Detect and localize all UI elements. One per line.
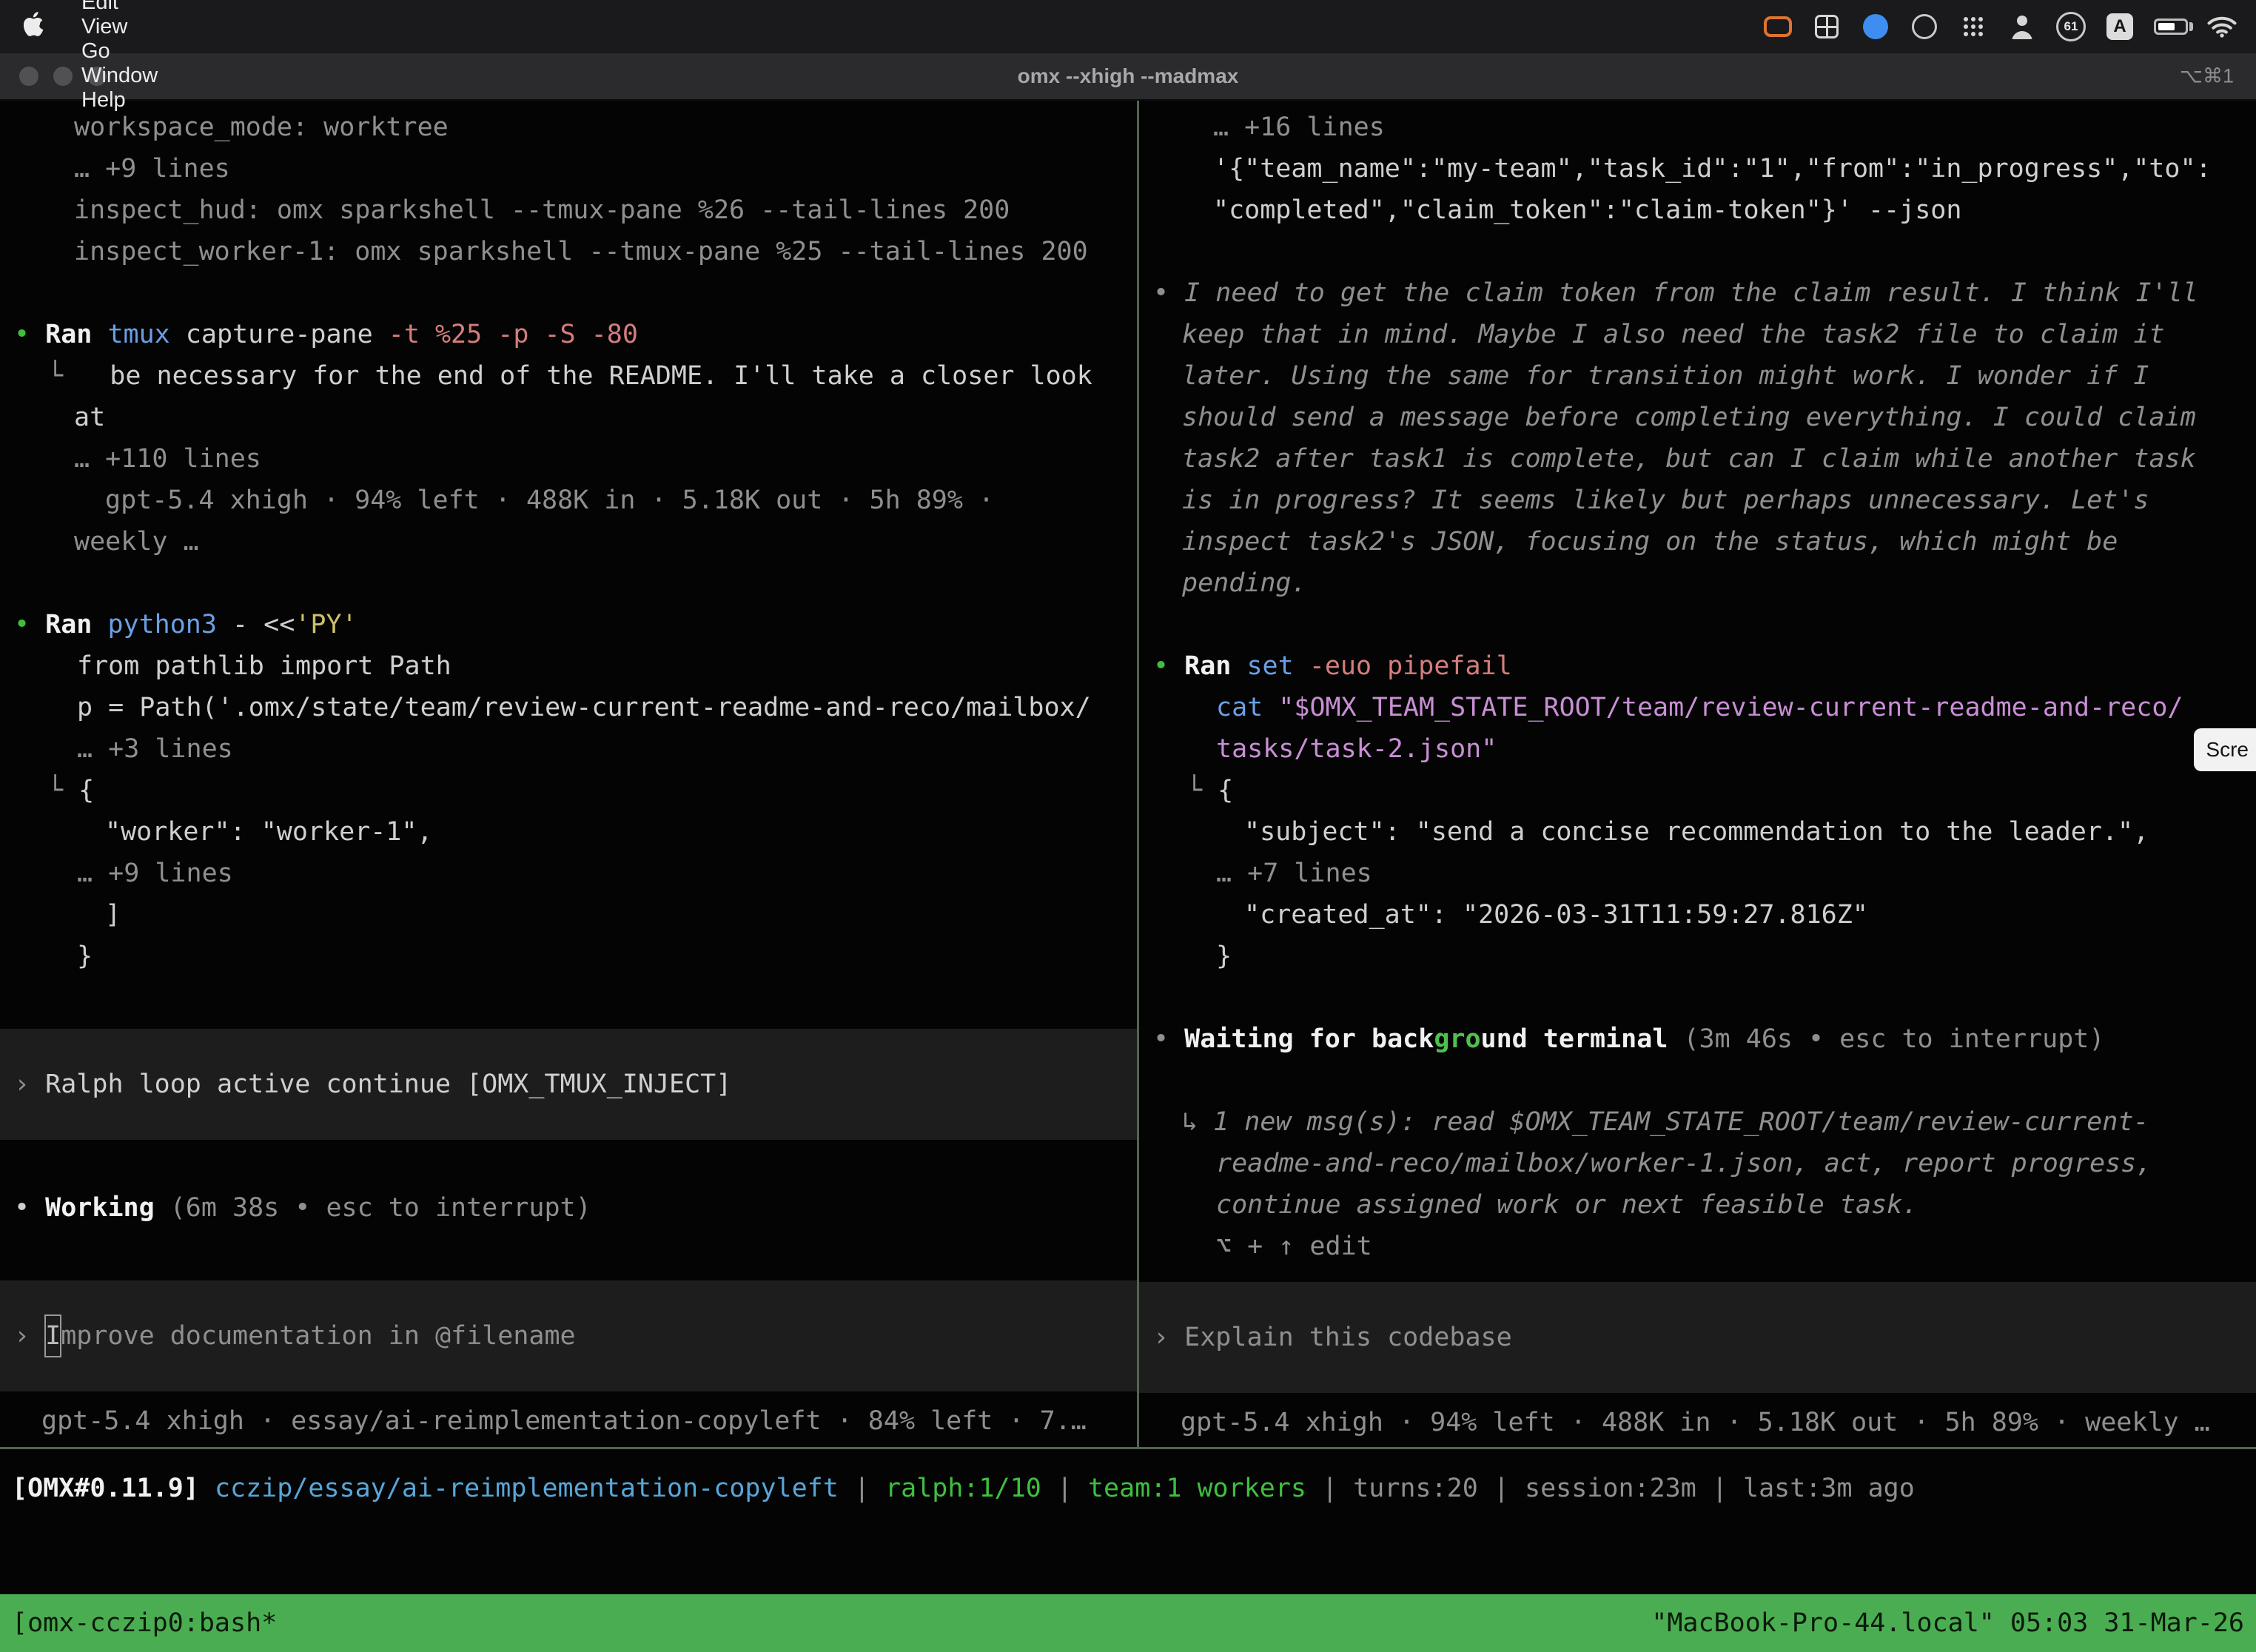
terminal-line: continue assigned work or next feasible … [1139,1184,2256,1226]
prompt-input-line[interactable]: › Ralph loop active continue [OMX_TMUX_I… [0,1029,1137,1140]
terminal-line: keep that in mind. Maybe I also need the… [1139,314,2256,355]
terminal-line: from pathlib import Path [0,645,1137,687]
terminal-line: "created_at": "2026-03-31T11:59:27.816Z" [1139,894,2256,936]
menu-bar: SlackFileEditViewGoWindowHelp 61 A [0,0,2256,53]
terminal-line: • Ran set -euo pipefail [1139,645,2256,687]
menu-bar-status-icons: 61 A [1763,9,2256,44]
terminal-line: • I need to get the claim token from the… [1139,272,2256,314]
wifi-icon[interactable] [2207,9,2237,44]
silhouette-icon[interactable] [2007,9,2037,44]
terminal-line: └ { [0,770,1137,811]
terminal-line: later. Using the same for transition mig… [1139,355,2256,397]
input-source-icon[interactable]: A [2105,9,2135,44]
terminal-line: inspect task2's JSON, focusing on the st… [1139,521,2256,563]
terminal-line: ↳ 1 new msg(s): read $OMX_TEAM_STATE_ROO… [1139,1101,2256,1143]
terminal-line: readme-and-reco/mailbox/worker-1.json, a… [1139,1143,2256,1184]
dots-grid-icon[interactable] [1958,9,1988,44]
terminal-line: tasks/task-2.json" [1139,728,2256,770]
terminal-line: task2 after task1 is complete, but can I… [1139,438,2256,480]
meter-icon[interactable]: 61 [2056,9,2086,44]
menu-item-view[interactable]: View [63,15,176,39]
terminal-window: workspace_mode: worktree… +9 linesinspec… [0,101,2256,1652]
terminal-line: … +3 lines [0,728,1137,770]
window-grid-icon[interactable] [1812,9,1842,44]
terminal-line: ] [0,894,1137,936]
terminal-line: • Working (6m 38s • esc to interrupt) [0,1187,1137,1229]
menu-bar-left: SlackFileEditViewGoWindowHelp [0,0,176,53]
terminal-line: inspect_worker-1: omx sparkshell --tmux-… [0,231,1137,272]
menu-item-edit[interactable]: Edit [63,0,176,15]
apple-menu[interactable] [0,12,63,42]
menu-item-help[interactable]: Help [63,88,176,113]
window-shortcut-badge: ⌥⌘1 [2180,65,2234,88]
terminal-line: is in progress? It seems likely but perh… [1139,480,2256,521]
menu-item-window[interactable]: Window [63,64,176,88]
terminal-line: • Waiting for background terminal (3m 46… [1139,1018,2256,1060]
terminal-line: … +7 lines [1139,853,2256,894]
terminal-line: … +16 lines [1139,107,2256,148]
screen-recording-icon[interactable] [1763,9,1793,44]
tmux-panes: workspace_mode: worktree… +9 linesinspec… [0,101,2256,1449]
terminal-line: weekly … [0,521,1137,563]
apple-logo-icon [24,12,44,42]
terminal-line: … +9 lines [0,148,1137,189]
battery-icon[interactable] [2154,9,2188,44]
terminal-line: └ { [1139,770,2256,811]
terminal-pane-right[interactable]: … +16 lines'{"team_name":"my-team","task… [1139,101,2256,1447]
terminal-line: '{"team_name":"my-team","task_id":"1","f… [1139,148,2256,189]
terminal-line: "worker": "worker-1", [0,811,1137,853]
terminal-line: } [1139,936,2256,977]
terminal-line: └ be necessary for the end of the README… [0,355,1137,397]
terminal-line: cat "$OMX_TEAM_STATE_ROOT/team/review-cu… [1139,687,2256,728]
window-title: omx --xhigh --madmax [0,53,2256,99]
dark-app-icon[interactable] [1910,9,1939,44]
terminal-line: ⌥ + ↑ edit [1139,1226,2256,1267]
terminal-line: pending. [1139,563,2256,604]
terminal-line: … +9 lines [0,853,1137,894]
terminal-line: should send a message before completing … [1139,397,2256,438]
terminal-line: • Ran tmux capture-pane -t %25 -p -S -80 [0,314,1137,355]
tmux-status-bar: [omx-cczip0:bash* "MacBook-Pro-44.local"… [0,1594,2256,1652]
terminal-line: gpt-5.4 xhigh · 94% left · 488K in · 5.1… [1139,1402,2256,1443]
prompt-input-line[interactable]: › Explain this codebase [1139,1282,2256,1393]
terminal-line: inspect_hud: omx sparkshell --tmux-pane … [0,189,1137,231]
terminal-pane-left[interactable]: workspace_mode: worktree… +9 linesinspec… [0,101,1137,1447]
terminal-line: • Ran python3 - <<'PY' [0,604,1137,645]
blue-app-icon[interactable] [1861,9,1890,44]
prompt-input-line[interactable]: › Improve documentation in @filename [0,1280,1137,1391]
terminal-line: gpt-5.4 xhigh · essay/ai-reimplementatio… [0,1400,1137,1442]
menu-items: SlackFileEditViewGoWindowHelp [63,0,176,113]
window-titlebar: omx --xhigh --madmax ⌥⌘1 [0,53,2256,101]
terminal-line: } [0,936,1137,977]
terminal-line: "subject": "send a concise recommendatio… [1139,811,2256,853]
tmux-host-time-label: "MacBook-Pro-44.local" 05:03 31-Mar-26 [1651,1608,2244,1638]
terminal-line: … +110 lines [0,438,1137,480]
terminal-line: "completed","claim_token":"claim-token"}… [1139,189,2256,231]
omx-status-line: [OMX#0.11.9] cczip/essay/ai-reimplementa… [0,1468,2256,1509]
menu-item-go[interactable]: Go [63,39,176,64]
terminal-line: gpt-5.4 xhigh · 94% left · 488K in · 5.1… [0,480,1137,521]
terminal-line: workspace_mode: worktree [0,107,1137,148]
tmux-session-label: [omx-cczip0:bash* [12,1608,277,1638]
screenshot-notification[interactable]: Scre [2194,728,2256,771]
terminal-line: at [0,397,1137,438]
terminal-line: p = Path('.omx/state/team/review-current… [0,687,1137,728]
